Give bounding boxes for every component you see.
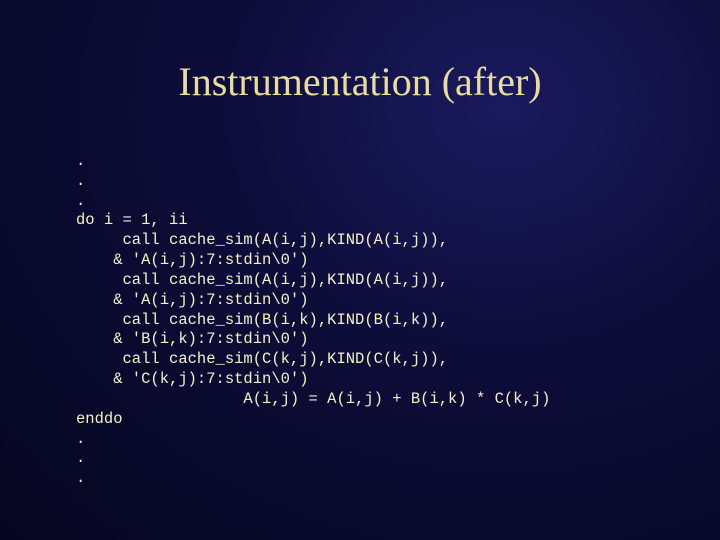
slide: Instrumentation (after) . . . do i = 1, … [0,0,720,540]
slide-title: Instrumentation (after) [0,0,720,105]
code-block: . . . do i = 1, ii call cache_sim(A(i,j)… [76,152,550,489]
